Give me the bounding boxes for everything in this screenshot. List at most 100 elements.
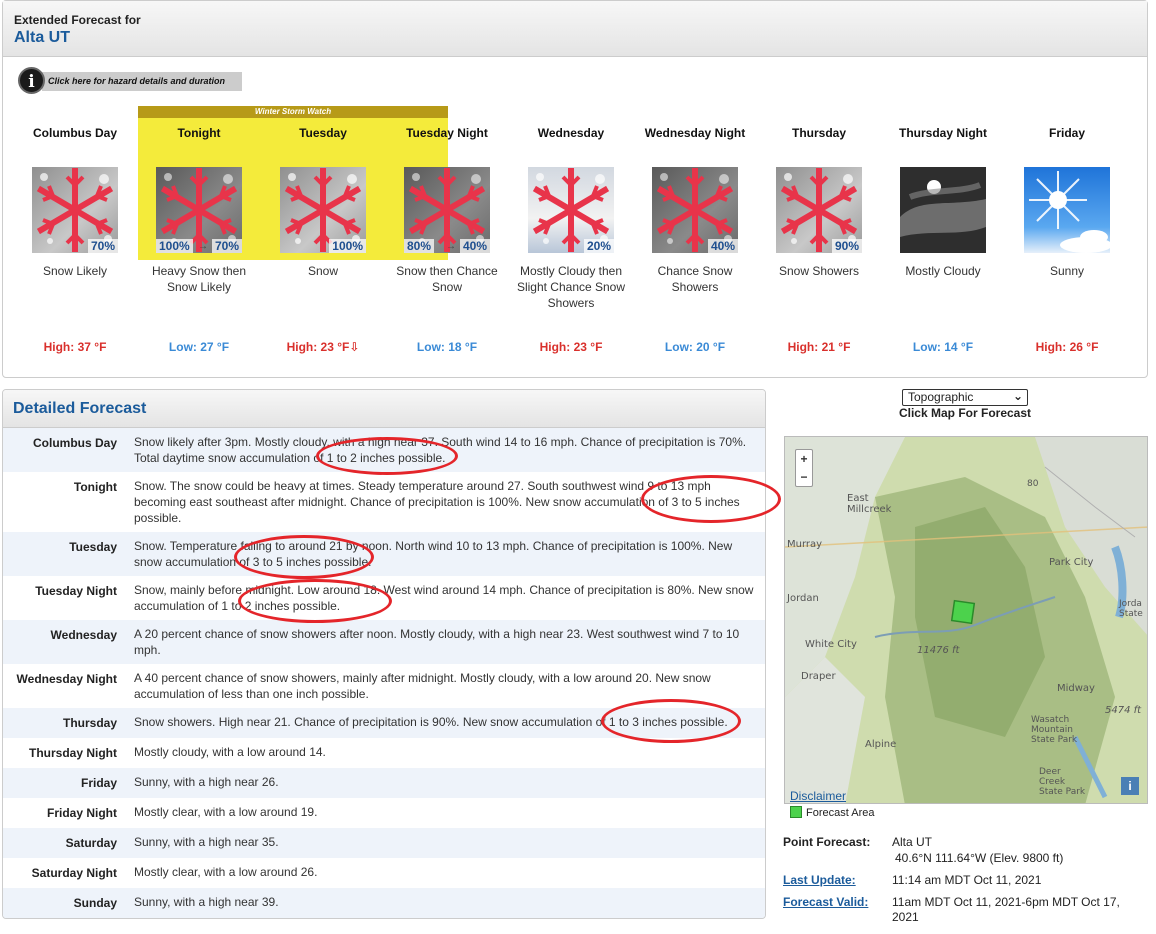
panel-subtitle: Extended Forecast for (14, 13, 141, 27)
short-forecast: Mostly Cloudy then Slight Chance Snow Sh… (516, 264, 626, 310)
map-place-label: 80 (1027, 479, 1039, 489)
detailed-row: Saturday Sunny, with a high near 35. (3, 828, 765, 858)
forecast-period[interactable]: Thursday Night Mostly Cloudy Low: 14 °F (881, 125, 1005, 354)
forecast-period[interactable]: Tonight 100% → 70% Heavy Snow then Snow L… (137, 125, 261, 354)
detailed-label: Tonight (73, 480, 117, 494)
last-update-link[interactable]: Last Update: (783, 873, 856, 887)
info-icon: i (18, 67, 45, 94)
pop-value: 70% (211, 239, 242, 253)
highlight-circle (641, 475, 781, 523)
map-place-label: Jordan (787, 593, 819, 604)
period-temperature: High: 37 °F (43, 340, 107, 354)
map-type-select[interactable]: Topographic ⌄ (902, 389, 1028, 406)
period-temperature: High: 26 °F (1035, 340, 1099, 354)
period-temperature: Low: 18 °F (416, 340, 478, 354)
forecast-period[interactable]: Wednesday Night 40% Chance Snow Showers … (633, 125, 757, 354)
pop-start: 100% (156, 239, 193, 253)
sun-icon[interactable] (1024, 167, 1110, 253)
highlight-circle (234, 535, 374, 579)
detailed-text: Mostly clear, with a low around 26. (134, 865, 318, 879)
detailed-text: Snow, mainly before midnight. Low around… (134, 583, 754, 613)
period-name: Tuesday Night (406, 126, 488, 140)
forecast-valid-link[interactable]: Forecast Valid: (783, 895, 868, 909)
hazard-label: Click here for hazard details and durati… (42, 72, 242, 91)
short-forecast: Snow Likely (42, 264, 108, 278)
detailed-text: Sunny, with a high near 39. (134, 895, 279, 909)
period-name: Thursday (791, 126, 846, 140)
forecast-period[interactable]: Thursday 90% Snow Showers High: 21 °F (757, 125, 881, 354)
detailed-label: Saturday (65, 836, 117, 850)
winter-storm-watch-label[interactable]: Winter Storm Watch (138, 106, 448, 118)
detailed-row: Wednesday A 20 percent chance of snow sh… (3, 620, 765, 664)
map-place-label: 11476 ft (917, 645, 960, 656)
forecast-period[interactable]: Tuesday 100% Snow High: 23 °F⇩ (261, 125, 385, 354)
short-forecast: Sunny (1049, 264, 1085, 278)
detailed-row: Friday Sunny, with a high near 26. (3, 768, 765, 798)
detailed-label: Thursday Night (28, 746, 117, 760)
period-name: Tuesday (299, 126, 347, 140)
zoom-control: + − (795, 449, 813, 487)
map-place-label: Jorda State (1119, 599, 1143, 619)
detailed-label: Tuesday Night (35, 584, 117, 598)
night-cloud-graphic (900, 180, 986, 237)
detailed-row: Friday Night Mostly clear, with a low ar… (3, 798, 765, 828)
panel-header: Extended Forecast for Alta UT (3, 1, 1147, 57)
detailed-label: Sunday (73, 896, 117, 910)
pop-start: 80% (404, 239, 435, 253)
map-type-value: Topographic (908, 390, 974, 404)
map-info-button[interactable]: i (1121, 777, 1139, 795)
arrow-right-icon: → (446, 241, 456, 252)
snow-icon[interactable]: 100% (280, 167, 366, 253)
period-name: Tonight (177, 126, 221, 140)
legend-label: Forecast Area (806, 807, 875, 819)
hazard-details-button[interactable]: Click here for hazard details and durati… (18, 67, 242, 94)
forecast-map[interactable]: + − East Millcreek Murray Park City Jord… (784, 436, 1148, 804)
forecast-period[interactable]: Tuesday Night 80% → 40% Snow then Chance … (385, 125, 509, 354)
pop-value: 100% (329, 239, 366, 253)
snow-icon[interactable]: 40% (652, 167, 738, 253)
forecast-period[interactable]: Friday Sunny High: 26 °F (1005, 125, 1129, 354)
period-name: Friday (1048, 126, 1085, 140)
pop-value: 70% (87, 239, 118, 253)
highlight-circle (601, 699, 741, 743)
zoom-out-button[interactable]: − (796, 468, 812, 486)
period-temperature: Low: 14 °F (912, 340, 974, 354)
snow-icon[interactable]: 80% → 40% (404, 167, 490, 253)
snow-cloud-icon[interactable]: 20% (528, 167, 614, 253)
detailed-text: Sunny, with a high near 26. (134, 775, 279, 789)
pop-value: 20% (583, 239, 614, 253)
detailed-row: Saturday Night Mostly clear, with a low … (3, 858, 765, 888)
snow-icon[interactable]: 100% → 70% (156, 167, 242, 253)
map-place-label: Wasatch Mountain State Park (1031, 715, 1078, 745)
point-forecast-key: Point Forecast: (783, 835, 871, 849)
pop-value: 40% (707, 239, 738, 253)
map-place-label: Murray (787, 539, 823, 550)
map-place-label: Deer Creek State Park (1039, 767, 1086, 797)
map-place-label: Draper (801, 671, 836, 682)
short-forecast: Snow then Chance Snow (396, 264, 498, 294)
zoom-in-button[interactable]: + (796, 450, 812, 468)
short-forecast: Mostly Cloudy (905, 264, 981, 278)
forecast-period[interactable]: Columbus Day 70% Snow Likely High: 37 °F (13, 125, 137, 354)
map-place-label: Park City (1049, 557, 1094, 568)
detailed-label: Columbus Day (32, 436, 117, 450)
pop-value: 40% (459, 239, 490, 253)
detailed-text: Sunny, with a high near 35. (134, 835, 279, 849)
disclaimer-link[interactable]: Disclaimer (790, 789, 846, 803)
detailed-row: Sunday Sunny, with a high near 39. (3, 888, 765, 918)
forecast-valid-value: 11am MDT Oct 11, 2021-6pm MDT Oct 17, 20… (892, 895, 1120, 924)
sun-graphic (1029, 171, 1110, 253)
snow-icon[interactable]: 90% (776, 167, 862, 253)
detailed-label: Thursday (62, 716, 117, 730)
detailed-text: A 40 percent chance of snow showers, mai… (134, 671, 711, 701)
point-forecast-info: Point Forecast: Alta UT 40.6°N 111.64°W … (783, 835, 1143, 931)
night-cloud-icon[interactable] (900, 167, 986, 253)
map-place-label: 5474 ft (1105, 705, 1142, 716)
map-legend: Forecast Area (790, 806, 874, 819)
snow-icon[interactable]: 70% (32, 167, 118, 253)
short-forecast: Snow (307, 264, 339, 278)
period-name: Thursday Night (898, 126, 987, 140)
pop-value: 90% (831, 239, 862, 253)
forecast-period[interactable]: Wednesday 20% Mostly Cloudy then Slight … (509, 125, 633, 354)
detailed-label: Saturday Night (31, 866, 117, 880)
